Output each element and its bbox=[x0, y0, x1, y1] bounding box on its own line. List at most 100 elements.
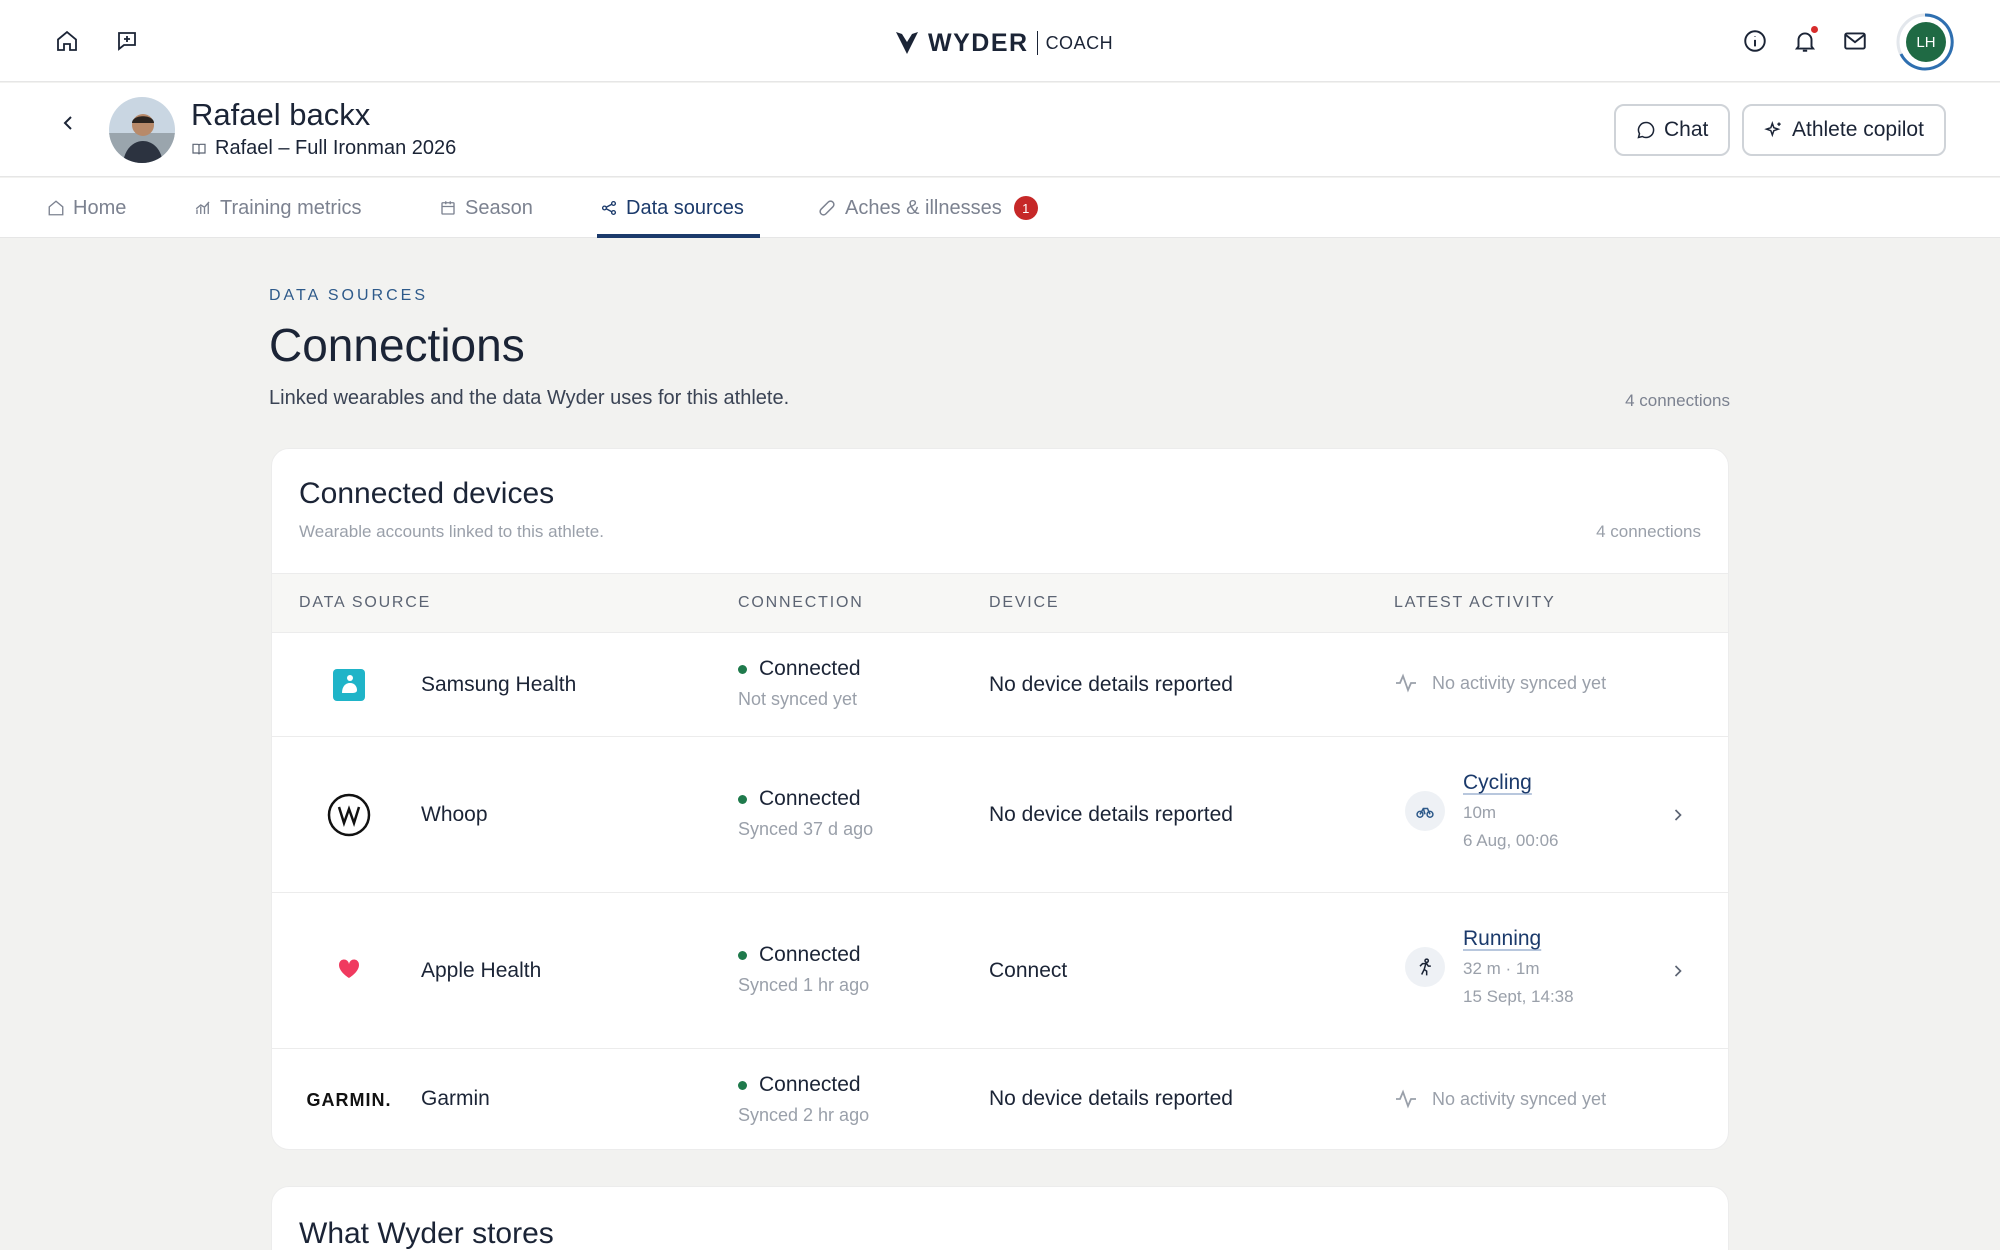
column-header-latest-activity: LATEST ACTIVITY bbox=[1394, 594, 1556, 611]
tab-training-metrics[interactable]: Training metrics bbox=[194, 178, 362, 238]
latest-activity[interactable]: Cycling 10m 6 Aug, 00:06 bbox=[1405, 771, 1558, 851]
aches-count-badge: 1 bbox=[1013, 196, 1038, 220]
tab-season[interactable]: Season bbox=[439, 178, 533, 238]
connection-status: Connected Synced 2 hr ago bbox=[738, 1073, 869, 1126]
sync-status: Not synced yet bbox=[738, 689, 858, 709]
athlete-copilot-button[interactable]: Athlete copilot bbox=[1742, 104, 1946, 156]
user-avatar[interactable]: LH bbox=[1906, 22, 1946, 62]
device-details: No device details reported bbox=[989, 803, 1233, 826]
device-connect-link[interactable]: Connect bbox=[989, 959, 1067, 983]
chat-plus-icon[interactable] bbox=[110, 24, 144, 58]
card-connection-count: 4 connections bbox=[1596, 522, 1701, 541]
connected-dot bbox=[738, 664, 747, 674]
activity-pulse-icon bbox=[1396, 1089, 1416, 1109]
bell-icon[interactable] bbox=[1788, 24, 1822, 58]
sync-status: Synced 37 d ago bbox=[738, 819, 874, 839]
card-title: What Wyder stores bbox=[299, 1217, 554, 1250]
connection-status: Connected Synced 37 d ago bbox=[738, 787, 873, 840]
bandage-icon bbox=[819, 200, 835, 216]
activity-date: 15 Sept, 14:38 bbox=[1463, 987, 1574, 1006]
bike-icon bbox=[1405, 791, 1445, 831]
chevron-right-icon[interactable] bbox=[1668, 961, 1688, 981]
tab-home[interactable]: Home bbox=[47, 178, 126, 238]
table-row[interactable]: Whoop Connected Synced 37 d ago No devic… bbox=[272, 737, 1728, 893]
activity-name-link[interactable]: Running bbox=[1463, 927, 1574, 951]
active-tab-indicator bbox=[597, 234, 760, 238]
samsung-health-logo-icon bbox=[299, 669, 399, 701]
tab-home-label: Home bbox=[73, 196, 127, 219]
what-wyder-stores-card: What Wyder stores bbox=[271, 1186, 1729, 1250]
column-header-data-source: DATA SOURCE bbox=[299, 594, 432, 611]
data-sources-icon bbox=[601, 200, 617, 216]
connection-status-label: Connected bbox=[759, 787, 861, 810]
brand-subtitle: COACH bbox=[1045, 32, 1114, 53]
info-icon[interactable] bbox=[1738, 24, 1772, 58]
tab-data-sources[interactable]: Data sources bbox=[600, 178, 744, 238]
table-row[interactable]: Apple Health Connected Synced 1 hr ago C… bbox=[272, 893, 1728, 1049]
page-description: Linked wearables and the data Wyder uses… bbox=[269, 387, 790, 409]
page-connection-count: 4 connections bbox=[1625, 391, 1730, 410]
back-chevron-icon[interactable] bbox=[56, 111, 80, 135]
tab-aches-illnesses[interactable]: Aches & illnesses 1 bbox=[817, 178, 1038, 238]
device-details: No device details reported bbox=[989, 1087, 1233, 1110]
mail-icon[interactable] bbox=[1838, 24, 1872, 58]
table-row[interactable]: GARMIN. Garmin Connected Synced 2 hr ago… bbox=[272, 1049, 1728, 1149]
card-subtitle: Wearable accounts linked to this athlete… bbox=[299, 522, 604, 541]
athlete-copilot-label: Athlete copilot bbox=[1792, 118, 1924, 141]
tab-aches-illnesses-label: Aches & illnesses bbox=[845, 196, 1002, 219]
connected-dot bbox=[738, 794, 747, 804]
home-icon bbox=[48, 200, 64, 216]
activity-duration: 10m bbox=[1463, 803, 1497, 822]
column-header-device: DEVICE bbox=[989, 594, 1060, 611]
sync-status: Synced 2 hr ago bbox=[738, 1105, 870, 1125]
wyder-logo-icon bbox=[896, 32, 918, 54]
bar-chart-icon bbox=[195, 201, 210, 214]
brand-logo[interactable]: WYDER COACH bbox=[894, 26, 1113, 60]
tab-training-metrics-label: Training metrics bbox=[220, 196, 362, 219]
whoop-logo-icon bbox=[299, 793, 399, 837]
athlete-name: Rafael backx bbox=[191, 97, 371, 132]
device-details: No device details reported bbox=[989, 673, 1233, 696]
latest-activity-empty: No activity synced yet bbox=[1394, 1087, 1606, 1111]
athlete-plan: Rafael – Full Ironman 2026 bbox=[191, 137, 456, 160]
apple-health-logo-icon bbox=[299, 955, 399, 981]
connection-status: Connected Synced 1 hr ago bbox=[738, 943, 869, 996]
garmin-logo: GARMIN. bbox=[306, 1089, 392, 1110]
chevron-right-icon[interactable] bbox=[1668, 805, 1688, 825]
connected-dot bbox=[738, 1080, 747, 1090]
table-header: DATA SOURCE CONNECTION DEVICE LATEST ACT… bbox=[272, 573, 1728, 633]
athlete-plan-label: Rafael – Full Ironman 2026 bbox=[215, 137, 457, 159]
connection-status-label: Connected bbox=[759, 657, 861, 680]
no-activity-label: No activity synced yet bbox=[1432, 672, 1607, 693]
activity-name-link[interactable]: Cycling bbox=[1463, 771, 1558, 795]
activity-duration: 32 m · 1m bbox=[1463, 959, 1540, 978]
home-icon[interactable] bbox=[50, 24, 84, 58]
source-name: Garmin bbox=[421, 1087, 490, 1110]
connection-status: Connected Not synced yet bbox=[738, 657, 861, 710]
card-title: Connected devices bbox=[299, 477, 555, 510]
source-name: Apple Health bbox=[421, 959, 542, 982]
tab-data-sources-label: Data sources bbox=[626, 196, 744, 219]
latest-activity-empty: No activity synced yet bbox=[1394, 671, 1606, 695]
activity-date: 6 Aug, 00:06 bbox=[1463, 831, 1559, 850]
source-name: Samsung Health bbox=[421, 673, 577, 696]
athlete-avatar[interactable] bbox=[109, 97, 175, 163]
running-icon bbox=[1405, 947, 1445, 987]
brand-name: WYDER bbox=[928, 28, 1029, 57]
chat-bubble-icon bbox=[1637, 121, 1655, 139]
athlete-header: Rafael backx Rafael – Full Ironman 2026 … bbox=[0, 83, 2000, 177]
connected-devices-card: Connected devices Wearable accounts link… bbox=[271, 448, 1729, 1150]
connection-status-label: Connected bbox=[759, 1073, 861, 1096]
calendar-icon bbox=[441, 201, 455, 215]
chat-button[interactable]: Chat bbox=[1614, 104, 1731, 156]
connection-status-label: Connected bbox=[759, 943, 861, 966]
page-title: Connections bbox=[269, 319, 525, 371]
table-row[interactable]: Samsung Health Connected Not synced yet … bbox=[272, 633, 1728, 737]
top-bar: WYDER COACH LH bbox=[0, 0, 2000, 82]
tab-season-label: Season bbox=[465, 196, 533, 219]
chat-button-label: Chat bbox=[1664, 118, 1709, 141]
source-name: Whoop bbox=[421, 803, 488, 826]
column-header-connection: CONNECTION bbox=[738, 594, 864, 611]
latest-activity[interactable]: Running 32 m · 1m 15 Sept, 14:38 bbox=[1405, 927, 1574, 1007]
connected-dot bbox=[738, 950, 747, 960]
